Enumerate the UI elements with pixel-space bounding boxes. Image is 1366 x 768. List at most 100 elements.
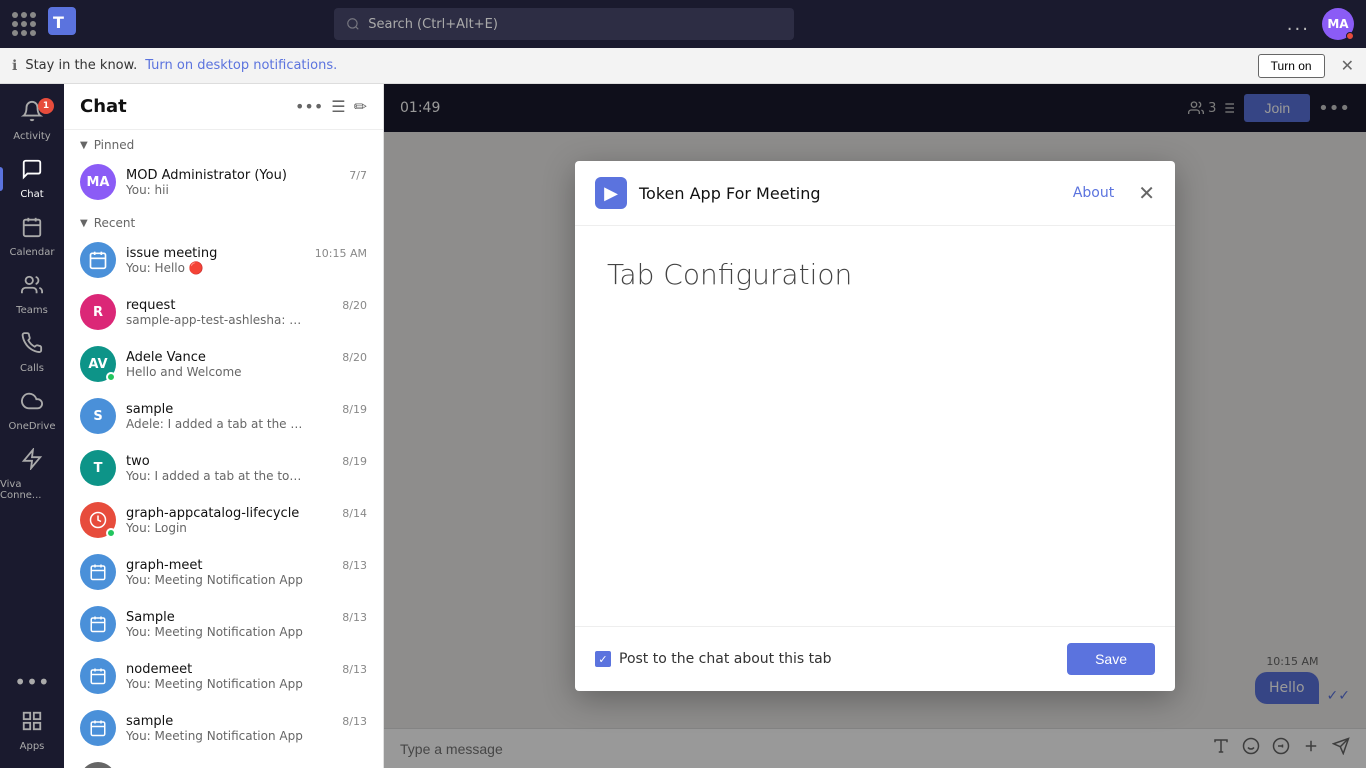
chat-item-preview: sample-app-test-ashlesha: Sent a card bbox=[126, 313, 306, 327]
teams-logo: T bbox=[48, 7, 76, 41]
list-item[interactable]: Sample 8/13 You: Meeting Notification Ap… bbox=[64, 598, 383, 650]
chat-item-info: Adele Vance 8/20 Hello and Welcome bbox=[126, 350, 367, 379]
recent-label: Recent bbox=[94, 216, 135, 230]
avatar: S bbox=[80, 398, 116, 434]
more-options-icon[interactable]: ... bbox=[1287, 14, 1310, 35]
sidebar-item-calls[interactable]: Calls bbox=[0, 324, 64, 382]
modal-close-button[interactable]: ✕ bbox=[1138, 181, 1155, 205]
chat-item-info: graph-appcatalog-lifecycle 8/14 You: Log… bbox=[126, 506, 367, 535]
chat-filter-icon[interactable]: ☰ bbox=[331, 97, 345, 116]
chat-item-name: Sample bbox=[126, 610, 175, 625]
list-item[interactable]: sample 8/13 You: Meeting Notification Ap… bbox=[64, 702, 383, 754]
recent-section-label[interactable]: ▼ Recent bbox=[64, 208, 383, 234]
notification-bar: ℹ Stay in the know. Turn on desktop noti… bbox=[0, 48, 1366, 84]
svg-text:T: T bbox=[53, 13, 64, 32]
sidebar-item-more[interactable]: ••• bbox=[0, 662, 64, 702]
chat-item-name: graph-meet bbox=[126, 558, 203, 573]
chat-compose-icon[interactable]: ✏ bbox=[354, 97, 367, 116]
pinned-label: Pinned bbox=[94, 138, 135, 152]
sidebar: 1 Activity Chat Calendar bbox=[0, 84, 64, 768]
list-item[interactable]: MA MOD Administrator (You) 7/7 You: hii bbox=[64, 156, 383, 208]
calendar-icon bbox=[21, 216, 43, 243]
chat-item-info: issue meeting 10:15 AM You: Hello 🔴 bbox=[126, 246, 367, 275]
modal-footer: ✓ Post to the chat about this tab Save bbox=[575, 626, 1175, 691]
avatar: AV bbox=[80, 346, 116, 382]
checkbox-check-icon: ✓ bbox=[598, 653, 607, 666]
list-item[interactable]: bot-join-team-using-qr-code 8/13 bbox=[64, 754, 383, 768]
pinned-section-label[interactable]: ▼ Pinned bbox=[64, 130, 383, 156]
list-item[interactable]: AV Adele Vance 8/20 Hello and Welcome bbox=[64, 338, 383, 390]
close-notification-icon[interactable]: ✕ bbox=[1341, 56, 1354, 75]
top-bar: T Search (Ctrl+Alt+E) ... MA bbox=[0, 0, 1366, 48]
sidebar-label-onedrive: OneDrive bbox=[8, 421, 55, 432]
chat-item-info: graph-meet 8/13 You: Meeting Notificatio… bbox=[126, 558, 367, 587]
online-indicator bbox=[106, 528, 116, 538]
avatar bbox=[80, 242, 116, 278]
chat-item-time: 8/20 bbox=[342, 351, 367, 364]
tab-configuration-modal: ▶ Token App For Meeting About ✕ Tab Conf… bbox=[575, 161, 1175, 691]
chat-header-icons: ••• ☰ ✏ bbox=[295, 97, 367, 116]
chat-item-preview: Adele: I added a tab at the top of this … bbox=[126, 417, 306, 431]
list-item[interactable]: issue meeting 10:15 AM You: Hello 🔴 bbox=[64, 234, 383, 286]
avatar: T bbox=[80, 450, 116, 486]
list-item[interactable]: R request 8/20 sample-app-test-ashlesha:… bbox=[64, 286, 383, 338]
chat-item-name: request bbox=[126, 298, 175, 313]
chat-item-time: 10:15 AM bbox=[315, 247, 367, 260]
chat-item-name: Adele Vance bbox=[126, 350, 206, 365]
chat-panel: Chat ••• ☰ ✏ ▼ Pinned MA MOD Administrat… bbox=[64, 84, 384, 768]
list-item[interactable]: T two 8/19 You: I added a tab at the top… bbox=[64, 442, 383, 494]
modal-app-name: Token App For Meeting bbox=[639, 184, 1061, 203]
online-indicator bbox=[106, 372, 116, 382]
avatar bbox=[80, 606, 116, 642]
avatar[interactable]: MA bbox=[1322, 8, 1354, 40]
chat-item-time: 8/19 bbox=[342, 455, 367, 468]
sidebar-item-activity[interactable]: 1 Activity bbox=[0, 92, 64, 150]
sidebar-label-calls: Calls bbox=[20, 363, 44, 374]
chat-more-icon[interactable]: ••• bbox=[295, 97, 323, 116]
chat-item-time: 8/19 bbox=[342, 403, 367, 416]
sidebar-item-calendar[interactable]: Calendar bbox=[0, 208, 64, 266]
sidebar-item-apps[interactable]: Apps bbox=[0, 702, 64, 760]
sidebar-item-onedrive[interactable]: OneDrive bbox=[0, 382, 64, 440]
onedrive-icon bbox=[21, 390, 43, 417]
list-item[interactable]: graph-meet 8/13 You: Meeting Notificatio… bbox=[64, 546, 383, 598]
app-launcher-icon[interactable] bbox=[12, 12, 36, 36]
viva-icon bbox=[21, 448, 43, 475]
chat-item-name: issue meeting bbox=[126, 246, 217, 261]
sidebar-item-chat[interactable]: Chat bbox=[0, 150, 64, 208]
chat-item-preview: You: hii bbox=[126, 183, 306, 197]
chat-item-preview: You: Meeting Notification App bbox=[126, 677, 306, 691]
post-checkbox[interactable]: ✓ bbox=[595, 651, 611, 667]
top-right-area: ... MA bbox=[1287, 8, 1354, 40]
save-button[interactable]: Save bbox=[1067, 643, 1155, 675]
more-icon: ••• bbox=[14, 670, 49, 694]
notif-link[interactable]: Turn on desktop notifications. bbox=[145, 58, 337, 73]
pinned-arrow-icon: ▼ bbox=[80, 140, 88, 151]
content-area: 01:49 3 Join ••• 10:15 AM Hello bbox=[384, 84, 1366, 768]
modal-about-link[interactable]: About bbox=[1073, 185, 1114, 201]
sidebar-item-viva[interactable]: Viva Conne... bbox=[0, 440, 64, 509]
recent-arrow-icon: ▼ bbox=[80, 218, 88, 229]
list-item[interactable]: S sample 8/19 Adele: I added a tab at th… bbox=[64, 390, 383, 442]
sidebar-label-chat: Chat bbox=[20, 189, 43, 200]
chat-item-time: 8/13 bbox=[342, 559, 367, 572]
checkbox-wrapper: ✓ Post to the chat about this tab bbox=[595, 651, 832, 667]
chat-item-name: graph-appcatalog-lifecycle bbox=[126, 506, 299, 521]
activity-badge: 1 bbox=[38, 98, 54, 114]
calls-icon bbox=[21, 332, 43, 359]
chat-icon bbox=[21, 158, 43, 185]
turn-on-button[interactable]: Turn on bbox=[1258, 54, 1325, 78]
chat-item-time: 8/20 bbox=[342, 299, 367, 312]
sidebar-item-teams[interactable]: Teams bbox=[0, 266, 64, 324]
list-item[interactable]: nodemeet 8/13 You: Meeting Notification … bbox=[64, 650, 383, 702]
search-bar[interactable]: Search (Ctrl+Alt+E) bbox=[334, 8, 794, 40]
avatar: MA bbox=[80, 164, 116, 200]
avatar bbox=[80, 502, 116, 538]
chat-item-info: sample 8/13 You: Meeting Notification Ap… bbox=[126, 714, 367, 743]
chat-item-time: 8/13 bbox=[342, 611, 367, 624]
teams-icon bbox=[21, 274, 43, 301]
list-item[interactable]: graph-appcatalog-lifecycle 8/14 You: Log… bbox=[64, 494, 383, 546]
chat-item-info: nodemeet 8/13 You: Meeting Notification … bbox=[126, 662, 367, 691]
modal-config-title: Tab Configuration bbox=[607, 258, 1143, 291]
avatar-initials: MA bbox=[1327, 17, 1348, 31]
